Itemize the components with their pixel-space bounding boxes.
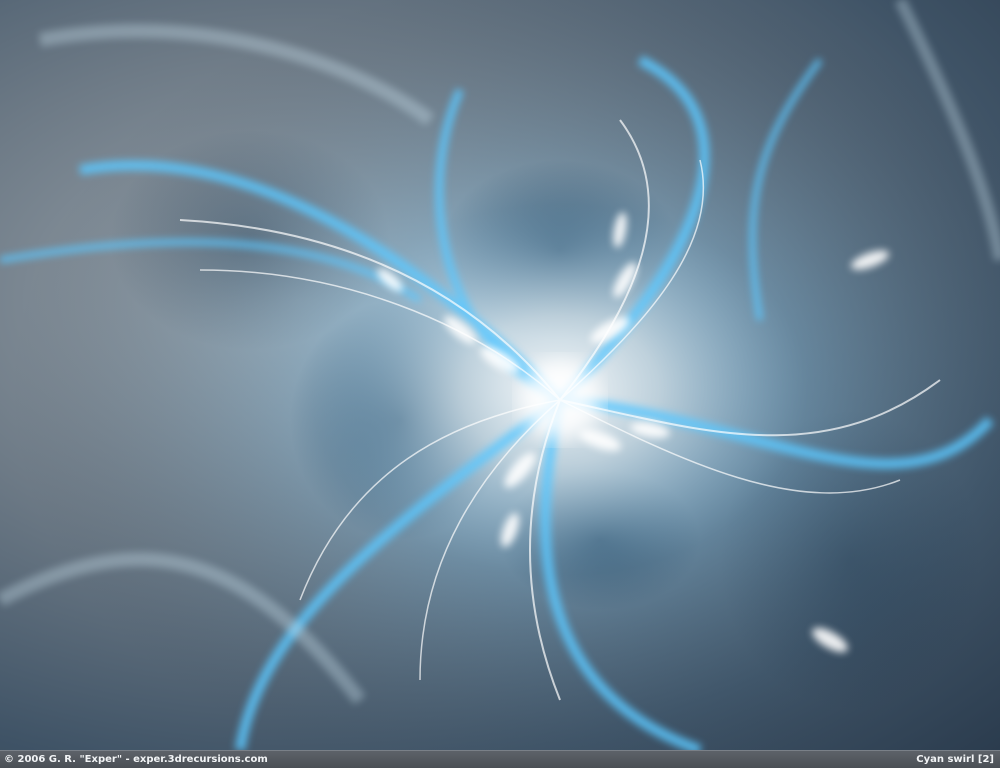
caption-bar: © 2006 G. R. "Exper" - exper.3drecursion…: [0, 750, 1000, 768]
core-glow: [0, 0, 1000, 750]
fractal-artwork: [0, 0, 1000, 750]
swirl-center: [520, 360, 600, 440]
fractal-swirl-image: [0, 0, 1000, 750]
copyright-credit: © 2006 G. R. "Exper" - exper.3drecursion…: [4, 754, 268, 765]
artwork-title: Cyan swirl [2]: [916, 754, 994, 765]
